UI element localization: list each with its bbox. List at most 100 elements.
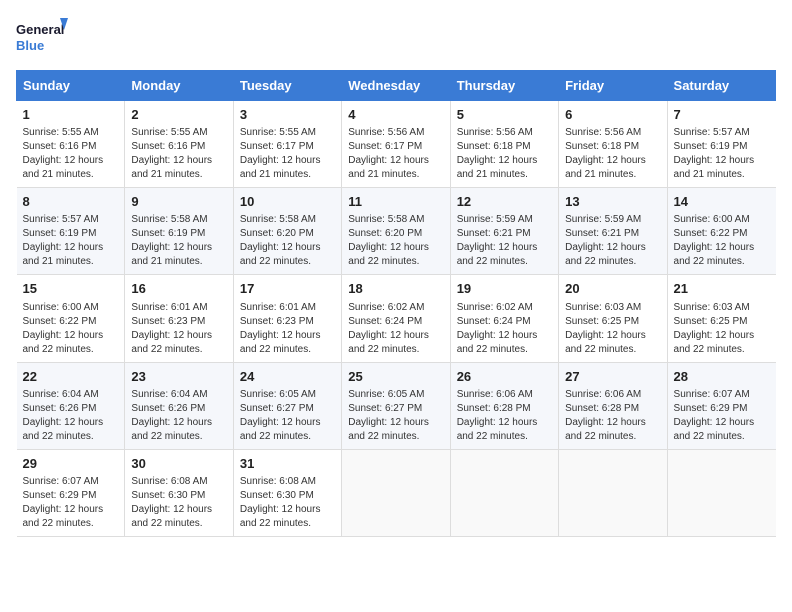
- cell-info: Sunrise: 6:07 AM Sunset: 6:29 PM Dayligh…: [674, 388, 770, 444]
- cell-info: Sunrise: 5:56 AM Sunset: 6:18 PM Dayligh…: [457, 126, 552, 182]
- calendar-cell: 12 Sunrise: 5:59 AM Sunset: 6:21 PM Dayli…: [450, 188, 558, 275]
- calendar-cell: [342, 449, 450, 536]
- column-header-thursday: Thursday: [450, 71, 558, 101]
- cell-info: Sunrise: 6:05 AM Sunset: 6:27 PM Dayligh…: [240, 388, 335, 444]
- column-header-tuesday: Tuesday: [233, 71, 341, 101]
- calendar-cell: 21Sunrise: 6:03 AM Sunset: 6:25 PM Dayli…: [667, 275, 775, 362]
- column-header-saturday: Saturday: [667, 71, 775, 101]
- day-number: 2: [131, 106, 226, 124]
- day-number: 16: [131, 280, 226, 298]
- calendar-cell: 10 Sunrise: 5:58 AM Sunset: 6:20 PM Dayli…: [233, 188, 341, 275]
- day-number: 21: [674, 280, 770, 298]
- column-header-sunday: Sunday: [17, 71, 125, 101]
- calendar-header-row: SundayMondayTuesdayWednesdayThursdayFrid…: [17, 71, 776, 101]
- day-number: 25: [348, 368, 443, 386]
- calendar-cell: 18Sunrise: 6:02 AM Sunset: 6:24 PM Dayli…: [342, 275, 450, 362]
- cell-info: Sunrise: 6:02 AM Sunset: 6:24 PM Dayligh…: [457, 301, 552, 357]
- cell-info: Sunrise: 5:56 AM Sunset: 6:17 PM Dayligh…: [348, 126, 443, 182]
- calendar-cell: [667, 449, 775, 536]
- cell-info: Sunrise: 5:56 AM Sunset: 6:18 PM Dayligh…: [565, 126, 660, 182]
- day-number: 18: [348, 280, 443, 298]
- calendar-cell: 3 Sunrise: 5:55 AM Sunset: 6:17 PM Daylig…: [233, 101, 341, 188]
- day-number: 30: [131, 455, 226, 473]
- svg-text:Blue: Blue: [16, 38, 44, 53]
- calendar-cell: 27 Sunrise: 6:06 AM Sunset: 6:28 PM Dayli…: [559, 362, 667, 449]
- day-number: 8: [23, 193, 119, 211]
- calendar-cell: 29 Sunrise: 6:07 AM Sunset: 6:29 PM Dayli…: [17, 449, 125, 536]
- calendar-cell: 15 Sunrise: 6:00 AM Sunset: 6:22 PM Dayli…: [17, 275, 125, 362]
- calendar-cell: 30 Sunrise: 6:08 AM Sunset: 6:30 PM Dayli…: [125, 449, 233, 536]
- day-number: 4: [348, 106, 443, 124]
- cell-info: Sunrise: 6:00 AM Sunset: 6:22 PM Dayligh…: [23, 301, 119, 357]
- cell-info: Sunrise: 5:55 AM Sunset: 6:16 PM Dayligh…: [131, 126, 226, 182]
- calendar-cell: 31 Sunrise: 6:08 AM Sunset: 6:30 PM Dayli…: [233, 449, 341, 536]
- calendar-cell: 24 Sunrise: 6:05 AM Sunset: 6:27 PM Dayli…: [233, 362, 341, 449]
- cell-info: Sunrise: 5:58 AM Sunset: 6:20 PM Dayligh…: [348, 213, 443, 269]
- day-number: 7: [674, 106, 770, 124]
- day-number: 27: [565, 368, 660, 386]
- svg-text:General: General: [16, 22, 64, 37]
- day-number: 24: [240, 368, 335, 386]
- calendar-cell: 1 Sunrise: 5:55 AM Sunset: 6:16 PM Daylig…: [17, 101, 125, 188]
- calendar-cell: 22Sunrise: 6:04 AM Sunset: 6:26 PM Dayli…: [17, 362, 125, 449]
- cell-info: Sunrise: 5:58 AM Sunset: 6:20 PM Dayligh…: [240, 213, 335, 269]
- cell-info: Sunrise: 5:58 AM Sunset: 6:19 PM Dayligh…: [131, 213, 226, 269]
- cell-info: Sunrise: 6:04 AM Sunset: 6:26 PM Dayligh…: [131, 388, 226, 444]
- day-number: 1: [23, 106, 119, 124]
- page-header: General Blue: [16, 16, 776, 60]
- column-header-monday: Monday: [125, 71, 233, 101]
- day-number: 29: [23, 455, 119, 473]
- cell-info: Sunrise: 6:08 AM Sunset: 6:30 PM Dayligh…: [131, 475, 226, 531]
- cell-info: Sunrise: 5:59 AM Sunset: 6:21 PM Dayligh…: [565, 213, 660, 269]
- cell-info: Sunrise: 5:59 AM Sunset: 6:21 PM Dayligh…: [457, 213, 552, 269]
- day-number: 17: [240, 280, 335, 298]
- logo-svg: General Blue: [16, 16, 68, 60]
- cell-info: Sunrise: 6:07 AM Sunset: 6:29 PM Dayligh…: [23, 475, 119, 531]
- day-number: 10: [240, 193, 335, 211]
- day-number: 3: [240, 106, 335, 124]
- day-number: 23: [131, 368, 226, 386]
- cell-info: Sunrise: 6:06 AM Sunset: 6:28 PM Dayligh…: [457, 388, 552, 444]
- cell-info: Sunrise: 6:05 AM Sunset: 6:27 PM Dayligh…: [348, 388, 443, 444]
- day-number: 12: [457, 193, 552, 211]
- calendar-cell: [450, 449, 558, 536]
- day-number: 14: [674, 193, 770, 211]
- day-number: 19: [457, 280, 552, 298]
- week-row-4: 22Sunrise: 6:04 AM Sunset: 6:26 PM Dayli…: [17, 362, 776, 449]
- cell-info: Sunrise: 6:04 AM Sunset: 6:26 PM Dayligh…: [23, 388, 119, 444]
- calendar-cell: [559, 449, 667, 536]
- cell-info: Sunrise: 5:55 AM Sunset: 6:16 PM Dayligh…: [23, 126, 119, 182]
- calendar-cell: 28Sunrise: 6:07 AM Sunset: 6:29 PM Dayli…: [667, 362, 775, 449]
- cell-info: Sunrise: 5:55 AM Sunset: 6:17 PM Dayligh…: [240, 126, 335, 182]
- calendar-cell: 25 Sunrise: 6:05 AM Sunset: 6:27 PM Dayli…: [342, 362, 450, 449]
- calendar-cell: 26 Sunrise: 6:06 AM Sunset: 6:28 PM Dayli…: [450, 362, 558, 449]
- calendar-cell: 2 Sunrise: 5:55 AM Sunset: 6:16 PM Daylig…: [125, 101, 233, 188]
- logo: General Blue: [16, 16, 68, 60]
- week-row-1: 1 Sunrise: 5:55 AM Sunset: 6:16 PM Daylig…: [17, 101, 776, 188]
- cell-info: Sunrise: 6:08 AM Sunset: 6:30 PM Dayligh…: [240, 475, 335, 531]
- cell-info: Sunrise: 6:01 AM Sunset: 6:23 PM Dayligh…: [240, 301, 335, 357]
- cell-info: Sunrise: 6:06 AM Sunset: 6:28 PM Dayligh…: [565, 388, 660, 444]
- week-row-3: 15 Sunrise: 6:00 AM Sunset: 6:22 PM Dayli…: [17, 275, 776, 362]
- cell-info: Sunrise: 6:00 AM Sunset: 6:22 PM Dayligh…: [674, 213, 770, 269]
- calendar-cell: 19 Sunrise: 6:02 AM Sunset: 6:24 PM Dayli…: [450, 275, 558, 362]
- week-row-5: 29 Sunrise: 6:07 AM Sunset: 6:29 PM Dayli…: [17, 449, 776, 536]
- calendar-cell: 8 Sunrise: 5:57 AM Sunset: 6:19 PM Daylig…: [17, 188, 125, 275]
- calendar-cell: 9 Sunrise: 5:58 AM Sunset: 6:19 PM Daylig…: [125, 188, 233, 275]
- cell-info: Sunrise: 6:03 AM Sunset: 6:25 PM Dayligh…: [565, 301, 660, 357]
- cell-info: Sunrise: 6:01 AM Sunset: 6:23 PM Dayligh…: [131, 301, 226, 357]
- column-header-wednesday: Wednesday: [342, 71, 450, 101]
- day-number: 31: [240, 455, 335, 473]
- calendar-cell: 5Sunrise: 5:56 AM Sunset: 6:18 PM Daylig…: [450, 101, 558, 188]
- calendar-table: SundayMondayTuesdayWednesdayThursdayFrid…: [16, 70, 776, 537]
- day-number: 20: [565, 280, 660, 298]
- week-row-2: 8 Sunrise: 5:57 AM Sunset: 6:19 PM Daylig…: [17, 188, 776, 275]
- calendar-cell: 16 Sunrise: 6:01 AM Sunset: 6:23 PM Dayli…: [125, 275, 233, 362]
- day-number: 26: [457, 368, 552, 386]
- day-number: 9: [131, 193, 226, 211]
- day-number: 15: [23, 280, 119, 298]
- cell-info: Sunrise: 5:57 AM Sunset: 6:19 PM Dayligh…: [23, 213, 119, 269]
- calendar-cell: 11Sunrise: 5:58 AM Sunset: 6:20 PM Dayli…: [342, 188, 450, 275]
- cell-info: Sunrise: 5:57 AM Sunset: 6:19 PM Dayligh…: [674, 126, 770, 182]
- column-header-friday: Friday: [559, 71, 667, 101]
